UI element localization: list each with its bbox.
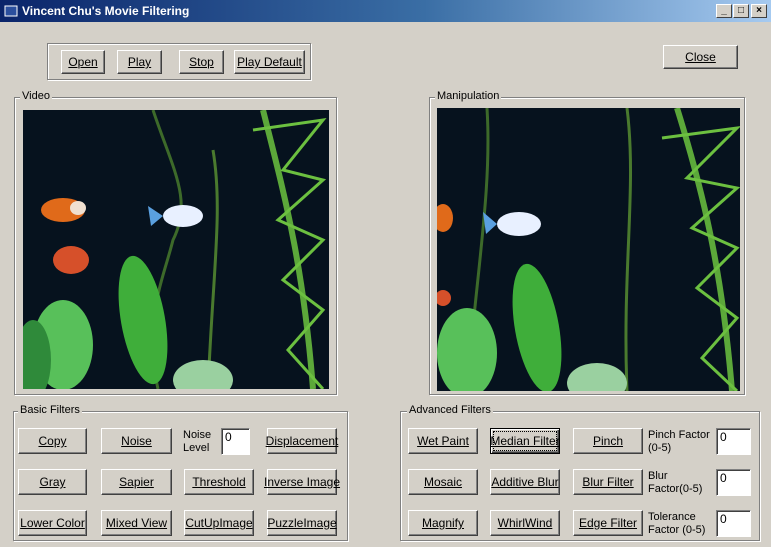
tolerance-factor-label: Tolerance Factor (0-5) [648,511,706,536]
whirlwind-button[interactable]: WhirlWind [490,510,560,536]
app-icon [4,5,18,17]
manipulation-group-label: Manipulation [435,90,502,102]
pinch-factor-label: Pinch Factor (0-5) [648,429,710,454]
pinch-factor-input[interactable]: 0 [716,428,751,455]
stop-button[interactable]: Stop [179,50,224,74]
noise-level-label: Noise Level [183,429,212,454]
blur-factor-label: Blur Factor(0-5) [648,470,703,495]
sapier-button[interactable]: Sapier [101,469,172,495]
title-bar: Vincent Chu's Movie Filtering _ □ × [0,0,771,22]
video-preview [23,110,329,389]
maximize-button[interactable]: □ [733,4,749,18]
blur-factor-input[interactable]: 0 [716,469,751,496]
puzzle-image-button[interactable]: PuzzleImage [267,510,337,536]
play-default-button[interactable]: Play Default [234,50,305,74]
median-filter-button[interactable]: Median Filter [490,428,560,454]
window-title: Vincent Chu's Movie Filtering [22,4,190,18]
inverse-image-button[interactable]: Inverse Image [264,469,340,495]
wet-paint-button[interactable]: Wet Paint [408,428,478,454]
threshold-button[interactable]: Threshold [184,469,254,495]
displacement-button[interactable]: Displacement [266,428,338,454]
copy-button[interactable]: Copy [18,428,87,454]
magnify-button[interactable]: Magnify [408,510,478,536]
basic-filters-label: Basic Filters [18,404,82,416]
close-window-button[interactable]: × [751,4,767,18]
blur-filter-button[interactable]: Blur Filter [573,469,643,495]
cutup-image-button[interactable]: CutUpImage [184,510,254,536]
advanced-filters-label: Advanced Filters [407,404,493,416]
noise-level-input[interactable]: 0 [221,428,250,455]
lower-color-button[interactable]: Lower Color [18,510,87,536]
play-button[interactable]: Play [117,50,162,74]
close-button[interactable]: Close [663,45,738,69]
open-button[interactable]: Open [61,50,105,74]
video-group-label: Video [20,90,52,102]
manipulated-video-preview [437,108,740,391]
mixed-view-button[interactable]: Mixed View [101,510,172,536]
additive-blur-button[interactable]: Additive Blur [490,469,560,495]
mosaic-button[interactable]: Mosaic [408,469,478,495]
gray-button[interactable]: Gray [18,469,87,495]
edge-filter-button[interactable]: Edge Filter [573,510,643,536]
minimize-button[interactable]: _ [716,4,732,18]
tolerance-factor-input[interactable]: 0 [716,510,751,537]
pinch-button[interactable]: Pinch [573,428,643,454]
noise-button[interactable]: Noise [101,428,172,454]
